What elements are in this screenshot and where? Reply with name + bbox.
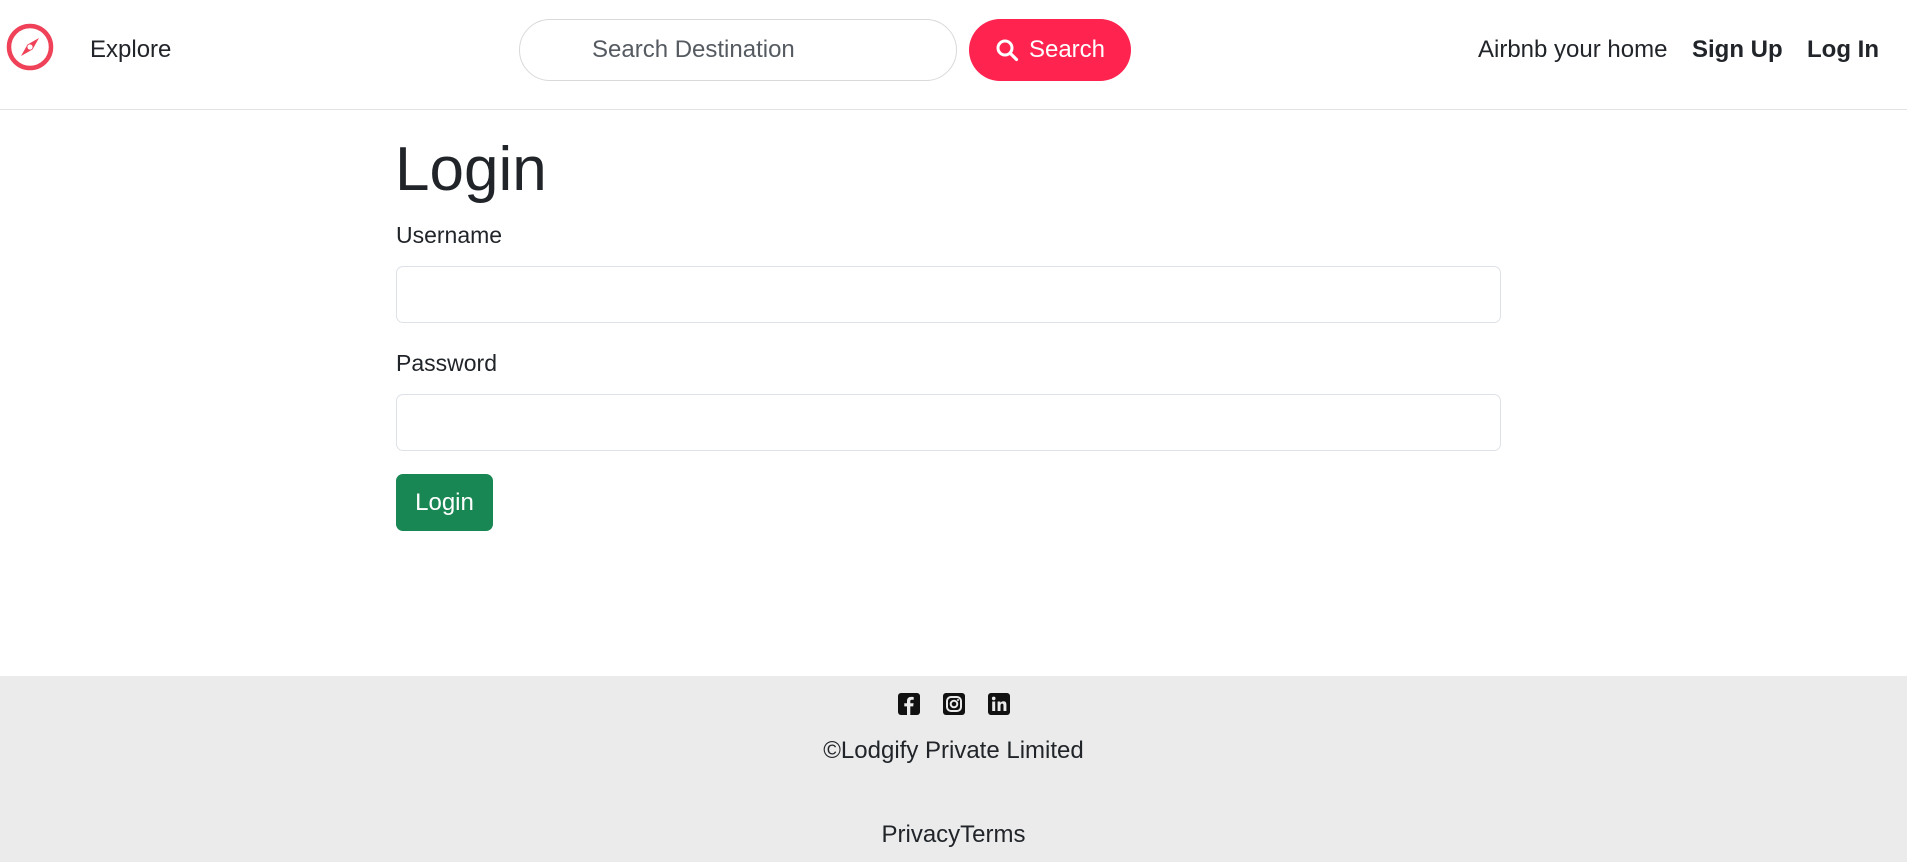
linkedin-link[interactable] bbox=[987, 693, 1010, 715]
facebook-icon bbox=[897, 693, 920, 715]
terms-link[interactable]: Terms bbox=[960, 821, 1025, 848]
navbar: Explore Search Airbnb your home Sign Up … bbox=[0, 0, 1907, 110]
footer: ©Lodgify Private Limited PrivacyTerms bbox=[0, 676, 1907, 862]
login-submit-button[interactable]: Login bbox=[396, 474, 493, 531]
airbnb-your-home-link[interactable]: Airbnb your home bbox=[1478, 36, 1667, 64]
search-button[interactable]: Search bbox=[969, 19, 1131, 81]
copyright-text: ©Lodgify Private Limited bbox=[823, 737, 1084, 764]
log-in-link[interactable]: Log In bbox=[1807, 36, 1879, 64]
page-title: Login bbox=[395, 135, 547, 204]
sign-up-link[interactable]: Sign Up bbox=[1692, 36, 1783, 64]
search-button-label: Search bbox=[1028, 36, 1106, 63]
explore-link[interactable]: Explore bbox=[90, 36, 171, 64]
username-field[interactable] bbox=[396, 266, 1501, 323]
compass-icon bbox=[6, 23, 54, 71]
username-label: Username bbox=[396, 222, 503, 248]
search-icon bbox=[996, 39, 1019, 62]
social-links bbox=[0, 693, 1907, 715]
compass-logo-icon[interactable] bbox=[6, 23, 54, 71]
legal-links: PrivacyTerms bbox=[0, 821, 1907, 849]
instagram-icon bbox=[942, 693, 965, 715]
instagram-link[interactable] bbox=[942, 693, 965, 715]
password-label: Password bbox=[396, 350, 497, 376]
search-destination-input[interactable] bbox=[519, 19, 957, 81]
privacy-link[interactable]: Privacy bbox=[881, 821, 960, 848]
linkedin-icon bbox=[987, 693, 1010, 715]
facebook-link[interactable] bbox=[897, 693, 920, 715]
password-field[interactable] bbox=[396, 394, 1501, 451]
